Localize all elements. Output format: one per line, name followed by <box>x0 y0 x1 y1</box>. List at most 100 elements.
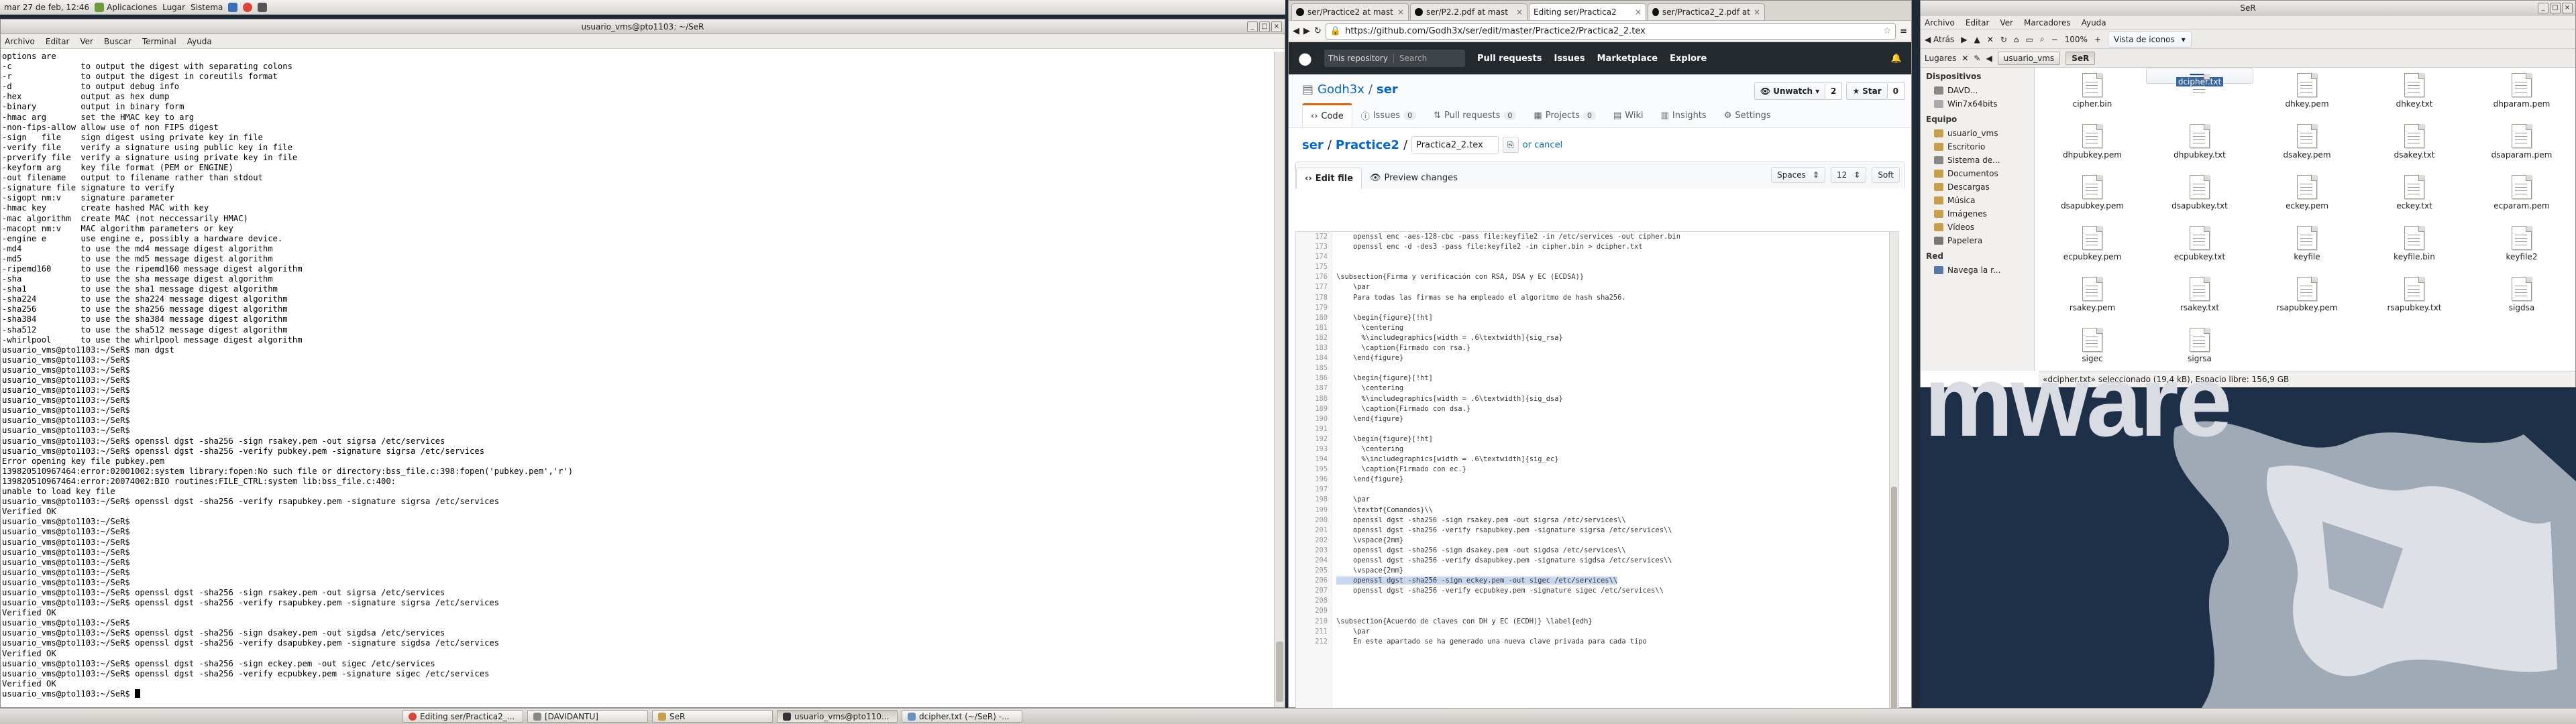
zoom-in-icon[interactable]: + <box>2094 35 2101 44</box>
forward-icon[interactable]: ▶ <box>1961 35 1967 44</box>
file-item[interactable]: dhkey.pem <box>2253 68 2361 119</box>
sidebar-item-trash[interactable]: Papelera <box>1921 234 2034 247</box>
cancel-link[interactable]: or cancel <box>1523 140 1563 150</box>
crumb-left-icon[interactable]: ◀ <box>1986 54 1992 63</box>
taskbar-item-file-manager[interactable]: SeR <box>652 710 773 723</box>
home-icon[interactable]: ⌂ <box>2014 35 2019 44</box>
tab-wiki[interactable]: ▤ Wiki <box>1605 103 1652 127</box>
sidebar-item-dvd[interactable]: DAVD... <box>1921 84 2034 97</box>
sidebar-item-pictures[interactable]: Imágenes <box>1921 207 2034 221</box>
sidebar-item-network[interactable]: Navega la r... <box>1921 263 2034 277</box>
file-item[interactable]: dsaparam.pem <box>2468 119 2575 170</box>
indent-size-select[interactable]: 12 ⇕ <box>1830 167 1867 183</box>
menu-buscar[interactable]: Buscar <box>104 37 131 46</box>
file-item[interactable]: dhpubkey.pem <box>2039 119 2146 170</box>
crumb-home[interactable]: usuario_vms <box>1997 51 2061 65</box>
indent-mode-select[interactable]: Spaces ⇕ <box>1771 167 1825 183</box>
file-item[interactable]: rsapubkey.pem <box>2253 272 2361 322</box>
apps-menu[interactable]: Aplicaciones <box>107 3 157 12</box>
tab-pull-requests[interactable]: ⇅ Pull requests 0 <box>1425 103 1525 127</box>
nav-pull-requests[interactable]: Pull requests <box>1477 54 1542 64</box>
nav-issues[interactable]: Issues <box>1554 54 1585 64</box>
tab-insights[interactable]: ▥ Insights <box>1652 103 1715 127</box>
tab-issues[interactable]: ⓘ Issues 0 <box>1352 103 1425 127</box>
sidebar-item-home[interactable]: usuario_vms <box>1921 127 2034 140</box>
back-button[interactable]: ◀ Atrás <box>1925 35 1954 44</box>
github-logo-icon[interactable]: ● <box>1298 49 1312 68</box>
fm-titlebar[interactable]: SeR _ □ × <box>1921 1 2575 15</box>
browser-window[interactable]: ser/Practice2 at mast × ser/P2.2.pdf at m… <box>1288 0 1912 709</box>
taskbar-item-terminal[interactable]: usuario_vms@pto110... <box>777 710 898 723</box>
bookmark-star-icon[interactable]: ☆ <box>1883 26 1891 36</box>
file-item[interactable]: ecparam.pem <box>2468 170 2575 221</box>
file-item[interactable]: dsakey.txt <box>2361 119 2468 170</box>
file-item[interactable]: cipher.bin <box>2039 68 2146 119</box>
close-icon[interactable]: × <box>1271 21 1282 32</box>
file-item[interactable]: keyfile <box>2253 221 2361 272</box>
back-icon[interactable]: ◀ <box>1293 26 1299 36</box>
file-item[interactable]: dsapubkey.txt <box>2146 170 2253 221</box>
sidebar-item-downloads[interactable]: Descargas <box>1921 180 2034 194</box>
menu-archivo[interactable]: Archivo <box>1925 18 1955 27</box>
view-mode-select[interactable]: Vista de iconos ▾ <box>2108 31 2192 48</box>
file-item[interactable]: rsapubkey.txt <box>2361 272 2468 322</box>
menu-editar[interactable]: Editar <box>1966 18 1990 27</box>
search-icon[interactable]: ⌕ <box>2040 34 2045 44</box>
forward-icon[interactable]: ▶ <box>1303 26 1310 36</box>
sidebar-item-desktop[interactable]: Escritorio <box>1921 140 2034 154</box>
taskbar-item-browser[interactable]: Editing ser/Practica2_... <box>402 710 523 723</box>
preview-tab[interactable]: 👁 Preview changes <box>1362 168 1466 188</box>
close-sidebar-icon[interactable]: ✕ <box>1962 54 1968 63</box>
reload-icon[interactable]: ↻ <box>1314 26 1322 36</box>
maximize-icon[interactable]: □ <box>2550 3 2561 13</box>
search-input[interactable]: Search <box>1399 54 1427 63</box>
unwatch-button[interactable]: 👁 Unwatch ▾ <box>1754 82 1826 100</box>
file-item[interactable]: keyfile.bin <box>2361 221 2468 272</box>
file-item[interactable]: eckey.txt <box>2361 170 2468 221</box>
file-manager-window[interactable]: SeR _ □ × Archivo Editar Ver Marcadores Ay… <box>1920 0 2576 387</box>
close-icon[interactable]: × <box>2562 3 2573 13</box>
code-editor[interactable]: 172 173 174 175 176 177 178 179 180 181 182 183 184 1… <box>1295 231 1899 709</box>
zoom-out-icon[interactable]: − <box>2051 35 2058 44</box>
url-input[interactable]: 🔒 https://github.com/Godh3x/ser/edit/mast… <box>1325 23 1896 40</box>
file-item[interactable]: eckey.pem <box>2253 170 2361 221</box>
sidebar-item-win7[interactable]: Win7x64bits <box>1921 97 2034 111</box>
breadcrumb-dir[interactable]: Practice2 <box>1336 138 1399 152</box>
menu-ayuda[interactable]: Ayuda <box>187 37 212 46</box>
computer-icon[interactable]: ▭ <box>2026 35 2033 44</box>
browser-tab[interactable]: ser/P2.2.pdf at mast × <box>1410 3 1527 20</box>
launcher-icon[interactable] <box>228 2 238 12</box>
terminal-launcher-icon[interactable] <box>258 2 268 12</box>
nav-marketplace[interactable]: Marketplace <box>1597 54 1658 64</box>
up-icon[interactable]: ▲ <box>1974 35 1980 44</box>
sidebar-item-filesystem[interactable]: Sistema de... <box>1921 154 2034 167</box>
menu-ver[interactable]: Ver <box>80 37 93 46</box>
terminal-titlebar[interactable]: usuario_vms@pto1103: ~/SeR _ □ × <box>1 19 1285 34</box>
places-label[interactable]: Lugares <box>1925 54 1956 63</box>
file-item[interactable]: dhkey.txt <box>2361 68 2468 119</box>
file-item[interactable]: dhpubkey.txt <box>2146 119 2253 170</box>
wrap-mode-select[interactable]: Soft <box>1872 167 1900 183</box>
menu-terminal[interactable]: Terminal <box>142 37 176 46</box>
tab-settings[interactable]: ⚙ Settings <box>1715 103 1780 127</box>
file-item[interactable]: dhparam.pem <box>2468 68 2575 119</box>
browser-tab-active[interactable]: Editing ser/Practica2 × <box>1529 3 1646 20</box>
sidebar-item-videos[interactable]: Vídeos <box>1921 221 2034 234</box>
browser-tab[interactable]: ser/Practica2_2.pdf at × <box>1648 3 1765 20</box>
crumb-current[interactable]: SeR <box>2065 51 2096 65</box>
terminal-scrollbar[interactable] <box>1274 52 1285 707</box>
minimize-icon[interactable]: _ <box>1247 21 1258 32</box>
minimize-icon[interactable]: _ <box>2538 3 2548 13</box>
reload-icon[interactable]: ↻ <box>2000 35 2007 44</box>
notifications-icon[interactable]: 🔔 <box>1891 54 1902 64</box>
github-search[interactable]: This repository Search <box>1324 50 1465 67</box>
file-item[interactable]: sigdsa <box>2468 272 2575 322</box>
scrollbar-thumb[interactable] <box>1891 487 1897 708</box>
edit-location-icon[interactable]: ✎ <box>1974 54 1980 63</box>
file-item[interactable]: dcipher.txt <box>2146 68 2253 93</box>
maximize-icon[interactable]: □ <box>1259 21 1270 32</box>
file-item[interactable]: ecpubkey.txt <box>2146 221 2253 272</box>
clipboard-icon[interactable]: ⎘ <box>1503 137 1519 153</box>
menu-ayuda[interactable]: Ayuda <box>2082 18 2106 27</box>
repo-name[interactable]: ser <box>1377 82 1398 97</box>
